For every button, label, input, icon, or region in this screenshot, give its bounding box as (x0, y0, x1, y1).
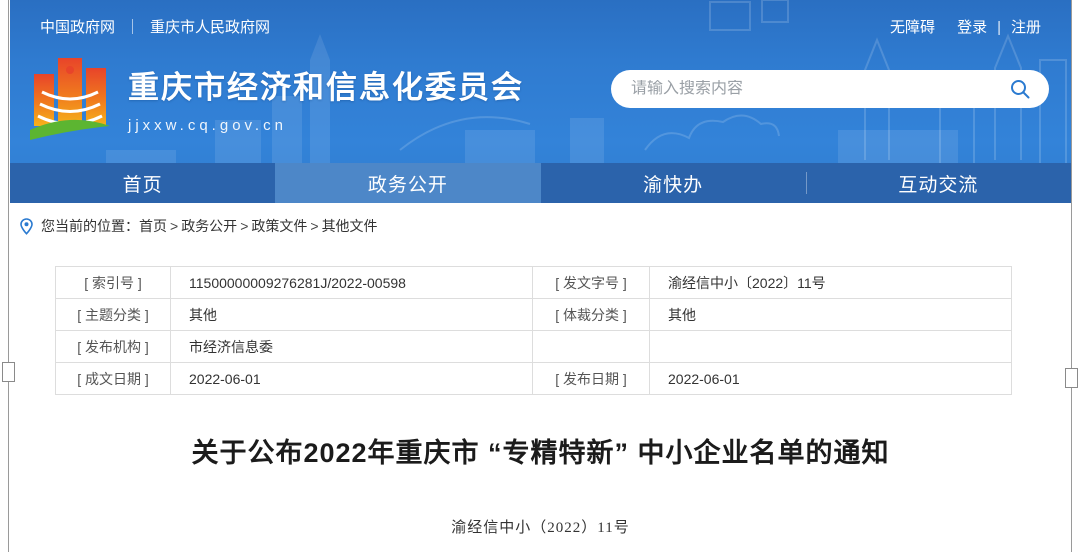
meta-label-date-issued: [ 发布日期 ] (533, 363, 650, 395)
meta-label-empty (533, 331, 650, 363)
table-row: [ 索引号 ] 11500000009276281J/2022-00598 [ … (56, 267, 1012, 299)
search-button[interactable] (1007, 76, 1033, 102)
meta-value-doc-symbol: 渝经信中小〔2022〕11号 (650, 267, 1012, 299)
breadcrumb-item-other-files[interactable]: 其他文件 (322, 216, 378, 236)
nav-tab-gov-info[interactable]: 政务公开 (275, 163, 540, 203)
breadcrumb-item-policy-files[interactable]: 政策文件 (251, 216, 307, 236)
meta-label-date-written: [ 成文日期 ] (56, 363, 171, 395)
main-nav: 首页 政务公开 渝快办 互动交流 (10, 163, 1071, 203)
site-url: jjxxw.cq.gov.cn (128, 117, 524, 134)
breadcrumb-separator: > (170, 218, 178, 234)
site-header: 中国政府网 ｜ 重庆市人民政府网 无障碍 登录 | 注册 (10, 0, 1071, 203)
search-icon (1009, 78, 1031, 100)
search-bar (611, 70, 1049, 108)
nav-tab-home[interactable]: 首页 (10, 163, 275, 203)
article-doc-number: 渝经信中小（2022）11号 (10, 516, 1071, 537)
page: 中国政府网 ｜ 重庆市人民政府网 无障碍 登录 | 注册 (0, 0, 1080, 552)
screenshot-guide-line-right (1071, 0, 1072, 552)
link-cq-gov[interactable]: 重庆市人民政府网 (150, 19, 270, 36)
table-row: [ 发布机构 ] 市经济信息委 (56, 331, 1012, 363)
table-row: [ 主题分类 ] 其他 [ 体裁分类 ] 其他 (56, 299, 1012, 331)
table-row: [ 成文日期 ] 2022-06-01 [ 发布日期 ] 2022-06-01 (56, 363, 1012, 395)
meta-value-date-issued: 2022-06-01 (650, 363, 1012, 395)
meta-value-genre-class: 其他 (650, 299, 1012, 331)
breadcrumb-item-gov-info[interactable]: 政务公开 (181, 216, 237, 236)
meta-label-doc-symbol: [ 发文字号 ] (533, 267, 650, 299)
meta-value-topic-class: 其他 (171, 299, 533, 331)
gov-links: 中国政府网 ｜ 重庆市人民政府网 (40, 16, 270, 37)
search-input[interactable] (631, 80, 1007, 98)
link-china-gov[interactable]: 中国政府网 (40, 19, 115, 36)
document-meta-table: [ 索引号 ] 11500000009276281J/2022-00598 [ … (55, 266, 1012, 395)
nav-tab-yukuaiban[interactable]: 渝快办 (541, 163, 806, 203)
screenshot-handle-left[interactable] (2, 362, 15, 382)
meta-label-index-no: [ 索引号 ] (56, 267, 171, 299)
meta-label-genre-class: [ 体裁分类 ] (533, 299, 650, 331)
nav-tab-interaction[interactable]: 互动交流 (806, 163, 1071, 203)
account-divider: | (997, 19, 1001, 36)
article-title: 关于公布2022年重庆市 “专精特新” 中小企业名单的通知 (10, 431, 1071, 470)
meta-value-index-no: 11500000009276281J/2022-00598 (171, 267, 533, 299)
screenshot-guide-line-left (8, 0, 9, 552)
breadcrumb-item-home[interactable]: 首页 (139, 216, 167, 236)
account-links: 无障碍 登录 | 注册 (890, 16, 1041, 37)
breadcrumb-prefix: 您当前的位置： (41, 216, 139, 236)
meta-label-issuer: [ 发布机构 ] (56, 331, 171, 363)
meta-label-topic-class: [ 主题分类 ] (56, 299, 171, 331)
utility-separator: ｜ (125, 19, 140, 36)
register-link[interactable]: 注册 (1011, 19, 1041, 36)
breadcrumb: 您当前的位置： 首页 > 政务公开 > 政策文件 > 其他文件 (10, 203, 1071, 246)
site-title: 重庆市经济和信息化委员会 (128, 62, 524, 107)
meta-value-issuer: 市经济信息委 (171, 331, 533, 363)
meta-value-date-written: 2022-06-01 (171, 363, 533, 395)
meta-value-empty (650, 331, 1012, 363)
brand-text: 重庆市经济和信息化委员会 jjxxw.cq.gov.cn (128, 52, 524, 134)
site-brand[interactable]: 重庆市经济和信息化委员会 jjxxw.cq.gov.cn (28, 52, 524, 144)
screenshot-handle-right[interactable] (1065, 368, 1078, 388)
breadcrumb-separator: > (310, 218, 318, 234)
login-link[interactable]: 登录 (957, 19, 987, 36)
accessibility-link[interactable]: 无障碍 (890, 19, 935, 36)
breadcrumb-separator: > (240, 218, 248, 234)
utility-bar: 中国政府网 ｜ 重庆市人民政府网 无障碍 登录 | 注册 (10, 0, 1071, 37)
agency-logo-icon (28, 52, 112, 144)
location-pin-icon (20, 218, 33, 235)
